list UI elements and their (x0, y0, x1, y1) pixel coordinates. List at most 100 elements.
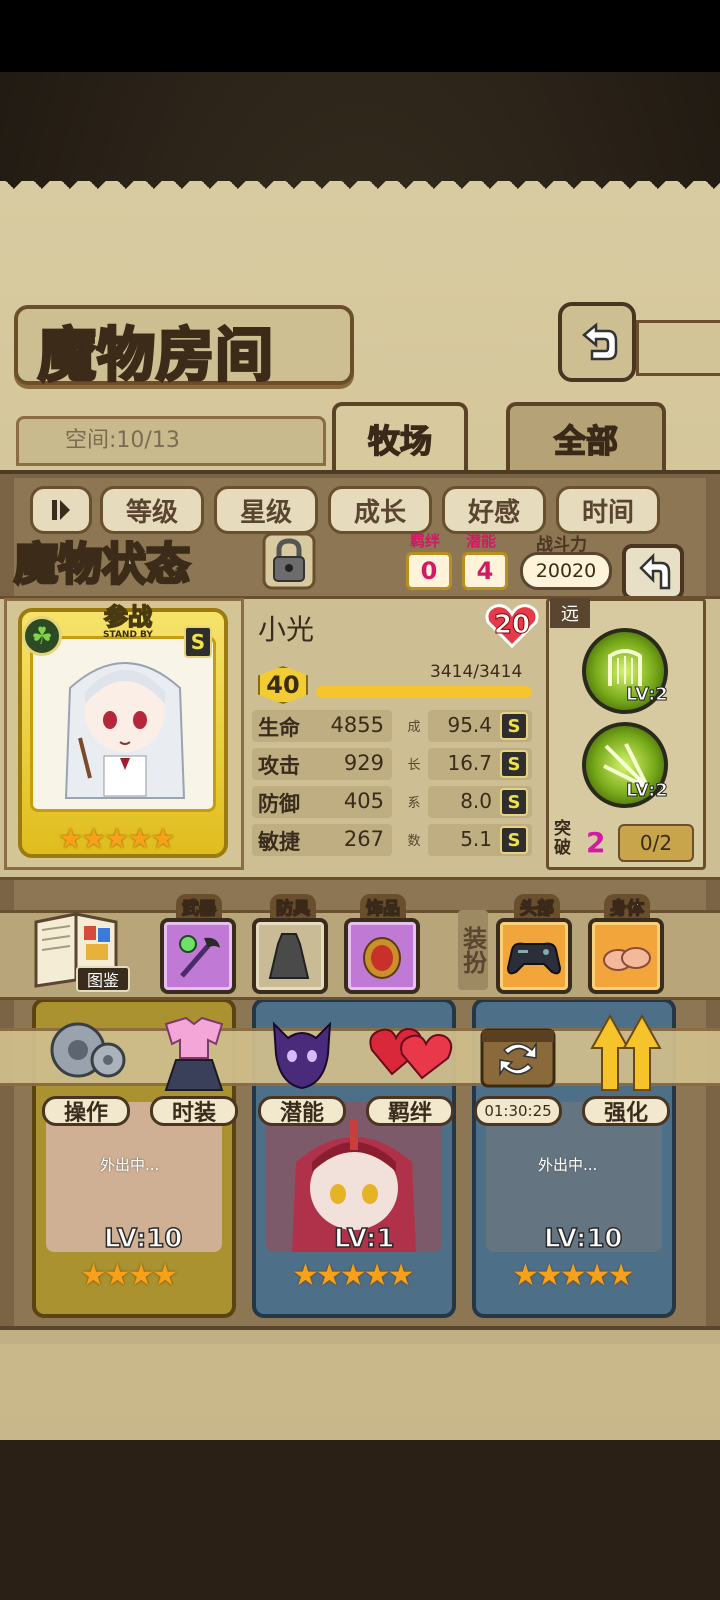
growth-value: 5.1 (460, 827, 492, 851)
monster-stars: ★★★★★ (292, 1258, 414, 1293)
skill-level: LV:2 (626, 684, 669, 706)
away-status: 外出中... (100, 1156, 160, 1174)
monster-stars: ★★★★★ (512, 1258, 634, 1293)
status-bar (0, 0, 720, 72)
return-arrow-icon (639, 552, 671, 590)
outfit-icon (164, 1016, 224, 1091)
stat-label: 生命 (258, 716, 300, 740)
demon-icon (272, 1021, 332, 1090)
stat-value: 267 (343, 827, 384, 851)
potential-button[interactable]: 潜能 (254, 1004, 350, 1128)
growth-value: 8.0 (460, 789, 492, 813)
outfit-button[interactable]: 时装 (146, 1004, 242, 1128)
level-badge: 20 (484, 602, 540, 649)
growth-value: 95.4 (447, 713, 492, 737)
bond-label: 羁绊 (410, 532, 441, 550)
hearts-icon (369, 1028, 453, 1080)
stat-label: 防御 (258, 792, 300, 816)
standby-sub-label: STAND BY (103, 630, 153, 640)
stat-value: 405 (343, 789, 384, 813)
sort-growth-button[interactable]: 成长 (328, 486, 432, 534)
space-counter: 空间:10/13 (16, 416, 326, 466)
monster-portrait (64, 662, 186, 799)
stat-value: 929 (343, 751, 384, 775)
stat-value: 4855 (330, 713, 384, 737)
rarity-badge: S (184, 626, 212, 658)
bond-label: 羁绊 (366, 1096, 454, 1126)
sort-star-button[interactable]: 星级 (214, 486, 318, 534)
monster-level: LV:1 (333, 1223, 395, 1255)
skill-level: LV:2 (626, 780, 669, 802)
head-tag: 头部 (514, 894, 560, 919)
gear-icon (50, 1022, 126, 1078)
exchange-timer: 01:30:25 (474, 1096, 562, 1126)
break-progress[interactable]: 0/2 (618, 824, 694, 862)
enhance-button[interactable]: 强化 (578, 1004, 674, 1128)
level-value: 20 (493, 610, 531, 641)
operate-button[interactable]: 操作 (38, 1004, 134, 1128)
leaf-element-icon: ☘ (22, 616, 62, 656)
pause-sort-icon (52, 500, 70, 520)
refresh-chest-icon (480, 1028, 556, 1088)
potential-value[interactable]: 4 (462, 552, 508, 590)
card-stars: ★★★★★ (58, 822, 176, 855)
bottom-area (0, 1440, 720, 1600)
lock-button[interactable] (262, 532, 316, 590)
encyclopedia-label: 图鉴 (76, 966, 130, 992)
tab-all[interactable]: 全部 (506, 402, 666, 472)
exp-text: 3414/3414 (430, 662, 523, 682)
grade-badge: S (500, 712, 528, 740)
tab-pasture[interactable]: 牧场 (332, 402, 468, 472)
bond-button[interactable]: 羁绊 (362, 1004, 458, 1128)
back-arrow-icon (582, 322, 618, 361)
growth-char: 成 (407, 720, 421, 735)
amulet-icon (363, 937, 401, 979)
accessory-slot[interactable] (344, 918, 420, 994)
status-title: 魔物状态 (13, 538, 192, 592)
operate-label: 操作 (42, 1096, 130, 1126)
grade-badge: S (500, 750, 528, 778)
exchange-button[interactable]: 01:30:25 (470, 1004, 566, 1128)
grade-badge: S (500, 788, 528, 816)
exp-fill (316, 686, 532, 698)
standby-label: 参战 (103, 603, 153, 631)
dress-up-label: 装扮 (458, 910, 488, 990)
stat-label: 敏捷 (258, 830, 300, 854)
monster-stars: ★★★★ (80, 1258, 179, 1293)
accessory-tag: 饰品 (360, 894, 406, 919)
cloak-icon (268, 933, 310, 979)
weapon-slot[interactable] (160, 918, 236, 994)
growth-char: 系 (407, 796, 421, 811)
armor-slot[interactable] (252, 918, 328, 994)
armor-tag: 防具 (270, 894, 316, 919)
top-right-tab (636, 320, 720, 376)
body-part-icon (603, 947, 651, 971)
potential-label: 潜能 (466, 532, 497, 550)
range-tag: 远 (550, 598, 590, 628)
standby-badge: 参战 STAND BY (72, 603, 184, 644)
stat-label: 攻击 (258, 754, 300, 778)
back-button[interactable] (558, 302, 636, 382)
exp-bar (316, 686, 532, 698)
growth-char: 长 (407, 758, 421, 773)
enhance-label: 强化 (582, 1096, 670, 1126)
growth-char: 数 (407, 834, 421, 849)
sort-time-button[interactable]: 时间 (556, 486, 660, 534)
list-bottom-border (0, 1326, 720, 1344)
body-tag: 身体 (604, 894, 650, 919)
power-value: 20020 (520, 552, 612, 590)
sort-level-button[interactable]: 等级 (100, 486, 204, 534)
weapon-tag: 武器 (176, 894, 222, 919)
sort-toggle-button[interactable] (30, 486, 92, 534)
bond-value[interactable]: 0 (406, 552, 452, 590)
outfit-label: 时装 (150, 1096, 238, 1126)
staff-icon (179, 935, 220, 978)
status-back-button[interactable] (622, 544, 684, 600)
break-value: 2 (586, 826, 606, 859)
growth-value: 16.7 (447, 751, 492, 775)
break-label: 突破 (554, 819, 571, 858)
potential-label: 潜能 (258, 1096, 346, 1126)
body-slot[interactable] (588, 918, 664, 994)
sort-affection-button[interactable]: 好感 (442, 486, 546, 534)
head-slot[interactable] (496, 918, 572, 994)
